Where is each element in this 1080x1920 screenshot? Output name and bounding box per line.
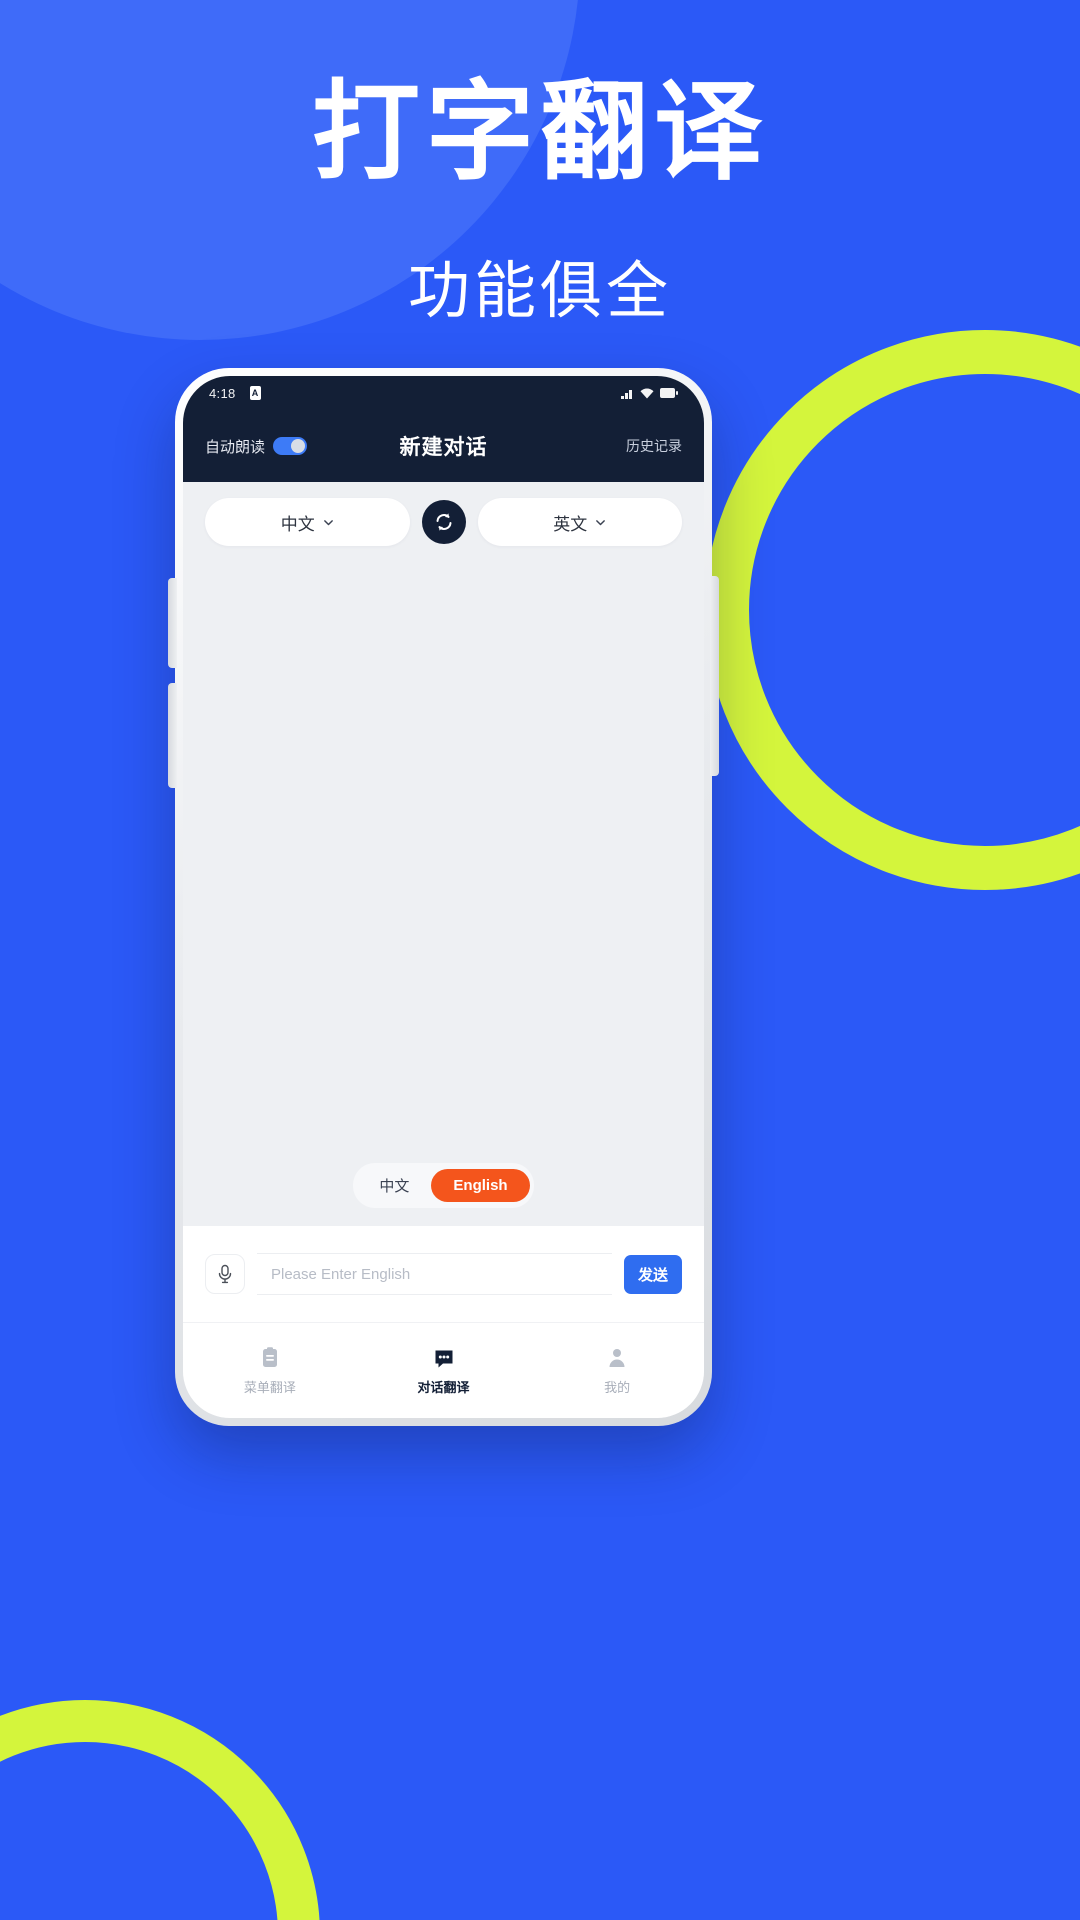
chat-bubble-icon — [435, 1350, 452, 1367]
alarm-icon: A — [249, 386, 261, 400]
swap-refresh-icon — [436, 513, 451, 531]
wifi-icon — [640, 388, 654, 398]
language-tab-english[interactable]: English — [431, 1169, 530, 1202]
input-bar: Please Enter English 发送 — [183, 1226, 704, 1322]
autoread-label: 自动朗读 — [205, 438, 266, 456]
nav-label-conversation-translate: 对话翻译 — [417, 1379, 470, 1395]
background-ring-right — [705, 330, 1080, 890]
microphone-button[interactable] — [205, 1254, 245, 1294]
phone-volume-up-button[interactable] — [168, 578, 177, 668]
nav-item-profile[interactable]: 我的 — [530, 1346, 704, 1396]
source-language-select[interactable]: 中文 — [205, 498, 410, 546]
language-tabs-inner: 中文 English — [353, 1163, 534, 1208]
promo-subtitle: 功能俱全 — [407, 257, 672, 327]
swap-languages-button[interactable] — [421, 500, 466, 544]
chevron-down-icon — [596, 519, 606, 525]
status-bar: 4:18 A — [183, 376, 704, 410]
history-button[interactable]: 历史记录 — [626, 436, 682, 456]
language-tabs: 中文 English — [183, 1163, 704, 1226]
phone-volume-down-button[interactable] — [168, 683, 177, 788]
send-button[interactable]: 发送 — [623, 1254, 682, 1294]
menu-document-icon — [262, 1346, 277, 1367]
signal-icon — [621, 389, 632, 399]
bottom-navigation: 菜单翻译 对话翻译 我的 — [183, 1322, 704, 1418]
battery-icon — [660, 388, 678, 398]
language-selector-row: 中文 英文 — [183, 482, 704, 560]
source-language-label: 中文 — [280, 514, 315, 534]
nav-label-profile: 我的 — [604, 1379, 631, 1395]
phone-power-button[interactable] — [710, 576, 719, 776]
autoread-toggle-group[interactable]: 自动朗读 — [205, 436, 308, 457]
target-language-label: 英文 — [553, 514, 588, 534]
language-tab-chinese[interactable]: 中文 — [357, 1167, 431, 1204]
nav-label-menu-translate: 菜单翻译 — [243, 1379, 296, 1395]
background-ring-bottom — [0, 1700, 320, 1920]
target-language-select[interactable]: 英文 — [477, 498, 682, 546]
nav-item-conversation-translate[interactable]: 对话翻译 — [357, 1346, 531, 1396]
phone-screen: 4:18 A 自动朗读 新建对话 历史记录 中文 英文 中文 English P… — [183, 376, 704, 1418]
chevron-down-icon — [323, 519, 333, 525]
conversation-area[interactable] — [183, 560, 704, 1163]
status-time: 4:18 — [209, 385, 236, 401]
nav-item-menu-translate[interactable]: 菜单翻译 — [183, 1346, 357, 1396]
autoread-switch[interactable] — [273, 437, 308, 455]
app-header: 自动朗读 新建对话 历史记录 — [183, 410, 704, 482]
microphone-icon — [218, 1264, 232, 1284]
status-right-icons — [621, 388, 678, 399]
promo-title: 打字翻译 — [311, 71, 768, 192]
promo-headline: 打字翻译 功能俱全 — [0, 70, 1080, 330]
message-input[interactable]: Please Enter English — [257, 1253, 612, 1295]
phone-mockup: 4:18 A 自动朗读 新建对话 历史记录 中文 英文 中文 English P… — [168, 368, 719, 1426]
person-icon — [609, 1348, 625, 1367]
